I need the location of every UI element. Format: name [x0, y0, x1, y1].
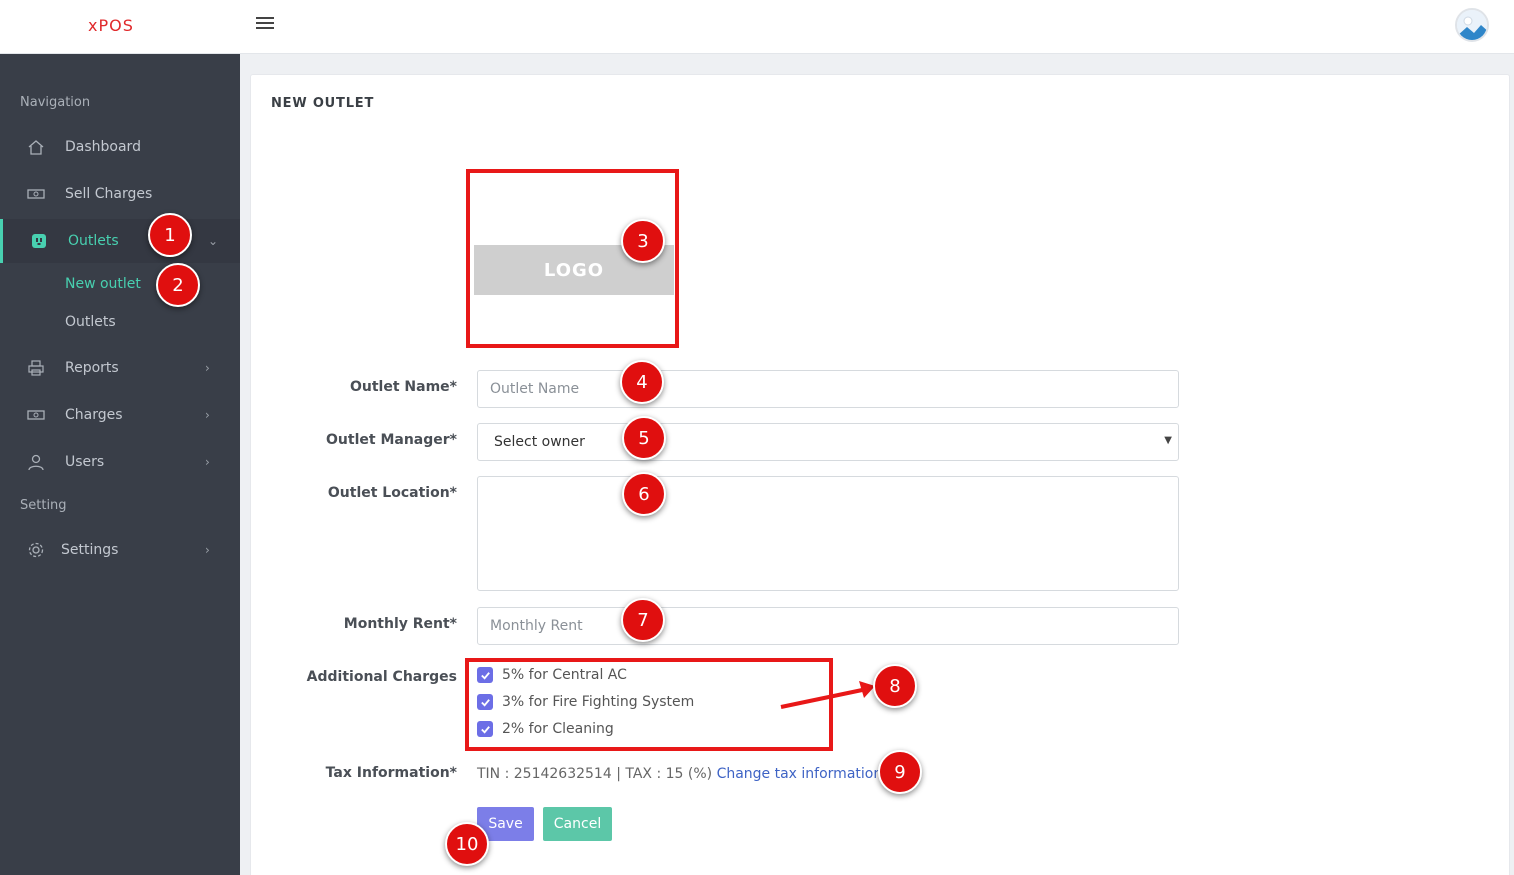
- outlet-manager-value: Select owner: [494, 434, 585, 450]
- tax-information-label: Tax Information*: [325, 765, 457, 781]
- money-icon: [27, 185, 45, 203]
- charge-checkbox-fire-fighting[interactable]: 3% for Fire Fighting System: [477, 694, 694, 710]
- sidebar-item-dashboard[interactable]: Dashboard: [0, 125, 240, 169]
- user-icon: [27, 453, 45, 471]
- home-icon: [27, 138, 45, 156]
- image-avatar-icon[interactable]: [1455, 8, 1489, 42]
- additional-charges-label: Additional Charges: [306, 669, 457, 685]
- callout-badge: 2: [156, 263, 200, 307]
- outlet-icon: [30, 232, 48, 250]
- caret-down-icon: ▼: [1164, 435, 1172, 446]
- page-title: NEW OUTLET: [271, 96, 375, 111]
- sidebar-heading-navigation: Navigation: [20, 95, 91, 110]
- outlet-location-label: Outlet Location*: [327, 485, 457, 501]
- sidebar-item-label: Reports: [65, 360, 119, 376]
- charge-label: 2% for Cleaning: [502, 721, 614, 737]
- sidebar-subitem-new-outlet[interactable]: New outlet: [65, 276, 141, 292]
- sidebar-item-outlets[interactable]: Outlets ⌄: [0, 219, 240, 263]
- sidebar-item-label: Users: [65, 454, 105, 470]
- callout-arrow: [780, 681, 875, 709]
- callout-badge: 3: [621, 219, 665, 263]
- charge-label: 3% for Fire Fighting System: [502, 694, 695, 710]
- sidebar-item-label: Settings: [61, 542, 119, 558]
- callout-badge: 8: [873, 664, 917, 708]
- charge-checkbox-cleaning[interactable]: 2% for Cleaning: [477, 721, 614, 737]
- callout-badge: 10: [445, 822, 489, 866]
- monthly-rent-label: Monthly Rent*: [343, 616, 457, 632]
- gear-icon: [27, 541, 45, 559]
- sidebar-item-label: Charges: [65, 407, 123, 423]
- chevron-right-icon: ›: [205, 361, 210, 375]
- outlet-location-textarea[interactable]: [477, 476, 1179, 591]
- outlet-manager-select[interactable]: Select owner ▼: [477, 423, 1179, 461]
- sidebar-subitem-outlets[interactable]: Outlets: [65, 314, 116, 330]
- sidebar-item-label: Dashboard: [65, 139, 141, 155]
- callout-badge: 5: [622, 416, 666, 460]
- sidebar-item-label: Outlets: [68, 233, 119, 249]
- brand-logo[interactable]: xPOS: [88, 16, 134, 35]
- sidebar-item-label: Sell Charges: [65, 186, 153, 202]
- sidebar-item-reports[interactable]: Reports ›: [0, 346, 240, 390]
- callout-badge: 1: [148, 213, 192, 257]
- money-icon: [27, 406, 45, 424]
- callout-badge: 4: [620, 360, 664, 404]
- printer-icon: [27, 359, 45, 377]
- chevron-right-icon: ›: [205, 408, 210, 422]
- charge-checkbox-central-ac[interactable]: 5% for Central AC: [477, 667, 627, 683]
- callout-badge: 9: [878, 750, 922, 794]
- tax-details: TIN : 25142632514 | TAX : 15 (%): [477, 766, 713, 782]
- checkbox-checked-icon: [477, 667, 493, 683]
- outlet-name-label: Outlet Name*: [350, 379, 457, 395]
- monthly-rent-input[interactable]: [477, 607, 1179, 645]
- sidebar-item-sell-charges[interactable]: Sell Charges: [0, 172, 240, 216]
- top-bar: xPOS: [0, 0, 1514, 54]
- checkbox-checked-icon: [477, 721, 493, 737]
- hamburger-icon[interactable]: [256, 17, 274, 31]
- sidebar-heading-setting: Setting: [20, 498, 67, 513]
- outlet-name-input[interactable]: [477, 370, 1179, 408]
- checkbox-checked-icon: [477, 694, 493, 710]
- sidebar-item-users[interactable]: Users ›: [0, 440, 240, 484]
- callout-badge: 6: [622, 472, 666, 516]
- charge-label: 5% for Central AC: [502, 667, 627, 683]
- sidebar-item-settings[interactable]: Settings ›: [0, 528, 240, 572]
- cancel-button[interactable]: Cancel: [543, 807, 612, 841]
- sidebar-item-charges[interactable]: Charges ›: [0, 393, 240, 437]
- new-outlet-card: [250, 74, 1510, 875]
- callout-badge: 7: [621, 598, 665, 642]
- chevron-right-icon: ›: [205, 455, 210, 469]
- chevron-right-icon: ›: [205, 543, 210, 557]
- change-tax-link[interactable]: Change tax information: [717, 766, 883, 782]
- chevron-down-icon: ⌄: [208, 234, 219, 248]
- outlet-manager-label: Outlet Manager*: [326, 432, 457, 448]
- tax-information: TIN : 25142632514 | TAX : 15 (%) Change …: [477, 766, 882, 782]
